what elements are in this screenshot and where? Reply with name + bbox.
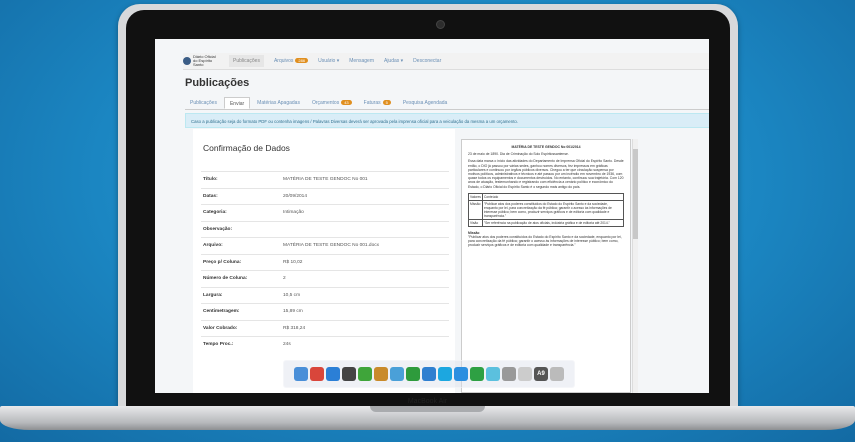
confirmation-table: Título: MATÉRIA DE TESTE GENDOC No 001 Da… [201,171,449,353]
messages-icon[interactable] [486,367,500,381]
nav-arquivos[interactable]: Arquivos 286 [274,58,309,64]
scroll-thumb[interactable] [633,149,638,239]
preview-table: Valores Conteúdo Missão "Publicar atos dos… [468,192,625,227]
table-row: Valor Cobrado: R$ 318,24 [201,319,449,337]
faturas-badge: 5 [382,100,391,105]
tab-pesquisa-agendada[interactable]: Pesquisa Agendada [398,97,452,109]
table-row: Título: MATÉRIA DE TESTE GENDOC No 001 [201,171,449,188]
preview-title: MATÉRIA DE TESTE GENDOC No 001/2014 [511,145,581,149]
network-icon[interactable] [502,367,516,381]
books-icon[interactable] [374,367,388,381]
photo-icon[interactable] [390,367,404,381]
itunes-icon[interactable] [326,367,340,381]
nav-desconectar[interactable]: Desconectar [413,58,441,64]
document-preview: MATÉRIA DE TESTE GENDOC No 001/2014 23 d… [461,139,631,393]
tab-enviar[interactable]: Enviar [223,97,251,109]
table-row: Preço p/ Coluna: R$ 10,02 [201,253,449,271]
preview-paragraph-2: "Publicar atos dos poderes constituídos … [468,235,622,248]
info-alert: Caso a publicação seja do formato PDF ou… [185,113,709,128]
tab-bar: Publicações Enviar Matérias Apagadas Orç… [185,97,709,110]
table-row: Datas: 20/09/2014 [201,187,449,205]
logo-icon [183,57,191,65]
arquivos-badge: 286 [295,58,309,63]
nav-usuario[interactable]: Usuário ▾ [318,58,339,64]
finder-icon[interactable] [294,367,308,381]
logo-text: Diário Oficial do Espírito Santo [193,54,216,67]
top-navbar: Diário Oficial do Espírito Santo Publica… [183,53,709,70]
preview-paragraph: Essa data marca o início das atividades … [468,159,624,189]
page-title: Publicações [185,77,250,89]
facetime-icon[interactable] [406,367,420,381]
spotify-icon[interactable] [470,367,484,381]
laptop-brand: MacBook Air [407,398,448,405]
tab-orcamentos[interactable]: Orçamentos 43 [307,97,357,109]
table-row: Número de Coluna: 2 [201,270,449,287]
tab-faturas[interactable]: Faturas 5 [359,97,396,109]
safari-icon[interactable] [422,367,436,381]
orcamentos-badge: 43 [341,100,352,105]
logo[interactable]: Diário Oficial do Espírito Santo [183,55,221,67]
preview-scrollbar[interactable] [632,139,638,393]
table-row: Arquivo: MATÉRIA DE TESTE GENDOC No 001.d… [201,237,449,254]
preview-subtitle: 23 de maio de 1890. Dia de Criminação do… [468,152,569,157]
camera-icon [436,20,445,29]
table-row: Categoria: Intimação [201,204,449,221]
nav-ajudas[interactable]: Ajudas ▾ [384,58,403,64]
table-row: Observação: [201,220,449,238]
evernote-icon[interactable] [358,367,372,381]
font-icon[interactable]: A9 [534,367,548,381]
person-icon[interactable] [342,367,356,381]
skype-icon[interactable] [438,367,452,381]
nav-publicacoes[interactable]: Publicações [229,55,264,67]
table-row: Centimetragem: 15,89 cm [201,303,449,320]
chrome-icon[interactable] [310,367,324,381]
appstore-icon[interactable] [454,367,468,381]
table-row: Tempo Proc.: 24s [201,336,449,353]
screen: Diário Oficial do Espírito Santo Publica… [155,39,709,393]
nav-mensagem[interactable]: Mensagem [349,58,374,64]
dock: A9 [283,360,575,388]
trash-icon[interactable] [550,367,564,381]
confirmation-title: Confirmação de Dados [203,143,290,153]
laptop-notch [370,406,485,412]
confirmation-panel: Confirmação de Dados Título: MATÉRIA DE T… [193,129,455,393]
table-row: Largura: 10,5 cm [201,286,449,304]
preview-icon[interactable] [518,367,532,381]
tab-materias-apagadas[interactable]: Matérias Apagadas [252,97,305,109]
tab-publicacoes[interactable]: Publicações [185,97,222,109]
